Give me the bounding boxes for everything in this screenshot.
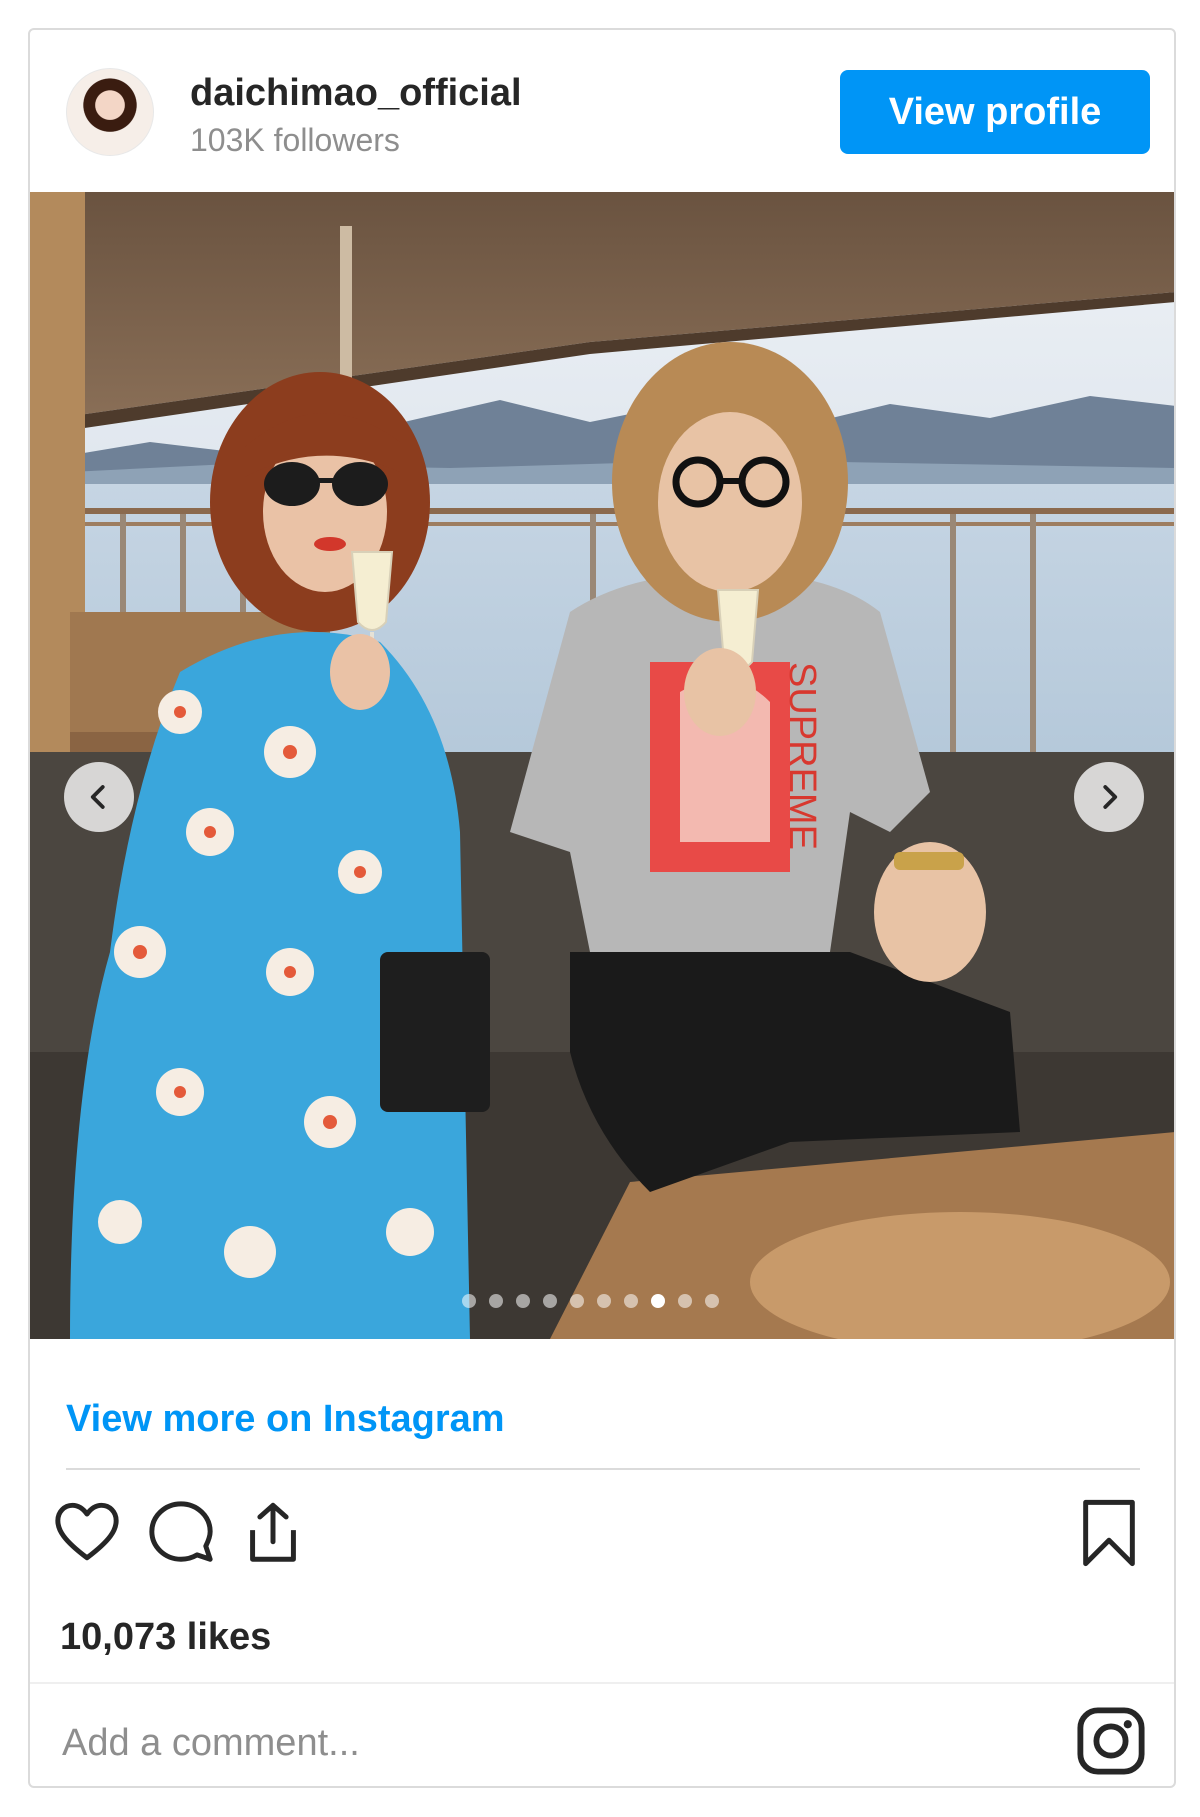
carousel-dot xyxy=(678,1294,692,1308)
carousel-dot xyxy=(462,1294,476,1308)
bookmark-icon xyxy=(1083,1499,1135,1567)
divider xyxy=(66,1468,1140,1470)
carousel-dot xyxy=(705,1294,719,1308)
carousel-prev-button[interactable] xyxy=(64,762,134,832)
divider xyxy=(30,1682,1174,1684)
comment-input[interactable] xyxy=(60,1702,964,1784)
instagram-icon xyxy=(1077,1707,1145,1775)
username[interactable]: daichimao_official xyxy=(190,72,522,115)
carousel-dot xyxy=(516,1294,530,1308)
chevron-left-icon xyxy=(90,785,105,809)
comment-button[interactable] xyxy=(146,1498,216,1573)
shirt-text: SUPREME xyxy=(781,662,823,850)
avatar[interactable] xyxy=(66,68,154,156)
like-button[interactable] xyxy=(52,1498,122,1573)
follower-count: 103K followers xyxy=(190,122,400,158)
instagram-logo-link[interactable] xyxy=(1076,1706,1146,1776)
carousel-dot xyxy=(597,1294,611,1308)
view-more-link[interactable]: View more on Instagram xyxy=(66,1398,505,1441)
comment-icon xyxy=(149,1501,213,1562)
carousel-dot-active xyxy=(651,1294,665,1308)
post-header: daichimao_official 103K followers View p… xyxy=(30,30,1174,190)
photo-illustration: SUPREME xyxy=(30,192,1174,1339)
carousel-dots xyxy=(462,1294,719,1308)
instagram-embed-card: daichimao_official 103K followers View p… xyxy=(28,28,1176,1788)
save-button[interactable] xyxy=(1074,1498,1144,1573)
heart-icon xyxy=(55,1502,119,1561)
carousel-dot xyxy=(489,1294,503,1308)
like-count: 10,073 likes xyxy=(60,1616,272,1658)
carousel-dot xyxy=(624,1294,638,1308)
post-photo[interactable]: SUPREME xyxy=(30,192,1174,1339)
carousel-dot xyxy=(570,1294,584,1308)
view-profile-button[interactable]: View profile xyxy=(840,70,1150,154)
chevron-right-icon xyxy=(1103,785,1118,809)
carousel-next-button[interactable] xyxy=(1074,762,1144,832)
share-button[interactable] xyxy=(238,1498,308,1573)
carousel-dot xyxy=(543,1294,557,1308)
share-icon xyxy=(250,1502,296,1562)
